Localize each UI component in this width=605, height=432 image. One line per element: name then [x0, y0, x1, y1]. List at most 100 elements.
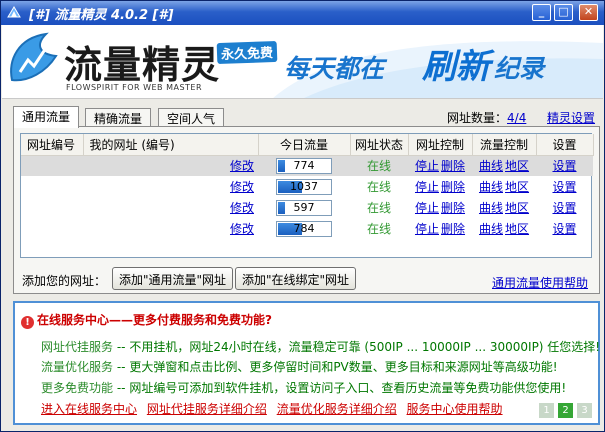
flow-progress-bar: 597	[276, 199, 332, 216]
stop-link[interactable]: 停止	[415, 201, 439, 215]
minimize-button[interactable]: _	[532, 4, 551, 21]
site-id-cell	[21, 197, 83, 218]
tab-space-popularity[interactable]: 空间人气	[158, 108, 225, 127]
page-1-button[interactable]: 1	[539, 403, 554, 418]
col-site-id[interactable]: 网址编号	[21, 134, 84, 156]
delete-link[interactable]: 删除	[441, 180, 465, 194]
settings-cell: 设置	[536, 197, 593, 218]
link-service-help[interactable]: 服务中心使用帮助	[407, 402, 503, 416]
site-table: 网址编号 我的网址 (编号) 今日流量 网址状态 网址控制 流量控制 设置 修改…	[20, 133, 594, 258]
col-my-site[interactable]: 我的网址 (编号)	[83, 134, 259, 156]
service-line-hosting: 网址代挂服务 -- 不用挂机，网址24小时在线，流量稳定可靠 (500IP ..…	[41, 338, 600, 355]
stop-link[interactable]: 停止	[415, 222, 439, 236]
service-text-hosting: -- 不用挂机，网址24小时在线，流量稳定可靠 (500IP ... 10000…	[116, 340, 601, 354]
add-general-site-button[interactable]: 添加"通用流量"网址	[112, 267, 234, 290]
bell-icon: !	[21, 316, 34, 329]
status-cell: 在线	[366, 222, 391, 236]
edit-link[interactable]: 修改	[230, 222, 254, 236]
tab-precise-traffic[interactable]: 精确流量	[85, 108, 152, 127]
page-2-button[interactable]: 2	[558, 403, 573, 418]
site-id-cell	[21, 176, 83, 197]
col-settings[interactable]: 设置	[536, 134, 594, 156]
page-3-button[interactable]: 3	[577, 403, 592, 418]
site-id-cell	[21, 218, 83, 239]
add-site-label: 添加您的网址：	[22, 274, 107, 288]
status-cell: 在线	[366, 201, 391, 215]
link-hosting-details[interactable]: 网址代挂服务详细介绍	[147, 402, 267, 416]
table-row[interactable]: 修改 1037 在线 停止 删除 曲线 地区 设置	[21, 176, 593, 197]
close-button[interactable]: ✕	[579, 4, 598, 21]
site-id-cell	[21, 155, 83, 176]
site-count-link[interactable]: 4/4	[507, 111, 526, 125]
stop-link[interactable]: 停止	[415, 159, 439, 173]
app-icon	[7, 6, 21, 18]
flow-control-cell: 曲线 地区	[472, 176, 536, 197]
col-status[interactable]: 网址状态	[350, 134, 409, 156]
flow-progress-bar: 784	[276, 220, 332, 237]
spirit-settings-link[interactable]: 精灵设置	[547, 109, 595, 126]
edit-link[interactable]: 修改	[230, 159, 254, 173]
curve-link[interactable]: 曲线	[479, 180, 503, 194]
delete-link[interactable]: 删除	[441, 222, 465, 236]
my-site-cell: 修改	[83, 176, 258, 197]
site-control-cell: 停止 删除	[408, 176, 472, 197]
site-count-label: 网址数量：	[447, 111, 508, 125]
add-bind-site-button[interactable]: 添加"在线绑定"网址	[235, 267, 357, 290]
service-name-hosting[interactable]: 网址代挂服务	[41, 340, 113, 354]
tab-general-traffic[interactable]: 通用流量	[13, 106, 80, 128]
curve-link[interactable]: 曲线	[479, 159, 503, 173]
service-name-optimize[interactable]: 流量优化服务	[41, 360, 113, 374]
flow-value: 1037	[290, 179, 318, 193]
brand-english: FLOWSPIRIT FOR WEB MASTER	[66, 83, 203, 92]
service-title: ! 在线服务中心——更多付费服务和免费功能?	[21, 311, 272, 329]
settings-cell: 设置	[536, 176, 593, 197]
status-cell: 在线	[350, 155, 408, 176]
region-link[interactable]: 地区	[505, 159, 529, 173]
row-settings-link[interactable]: 设置	[552, 180, 576, 194]
row-settings-link[interactable]: 设置	[552, 222, 576, 236]
link-enter-service-center[interactable]: 进入在线服务中心	[41, 402, 137, 416]
my-site-cell: 修改	[83, 197, 258, 218]
general-traffic-help-link[interactable]: 通用流量使用帮助	[492, 274, 588, 291]
today-flow-cell: 1037	[258, 176, 350, 197]
service-line-optimize: 流量优化服务 -- 更大弹窗和点击比例、更多停留时间和PV数量、更多目标和来源网…	[41, 358, 558, 375]
region-link[interactable]: 地区	[505, 201, 529, 215]
delete-link[interactable]: 删除	[441, 159, 465, 173]
slogan-part-1: 每天都在	[284, 54, 385, 83]
table-row[interactable]: 修改 597 在线 停止 删除 曲线 地区 设置	[21, 197, 593, 218]
col-today-flow[interactable]: 今日流量	[258, 134, 351, 156]
curve-link[interactable]: 曲线	[479, 201, 503, 215]
flow-progress-bar: 774	[276, 157, 332, 174]
stop-link[interactable]: 停止	[415, 180, 439, 194]
service-name-free[interactable]: 更多免费功能	[41, 381, 113, 395]
today-flow-cell: 597	[258, 197, 350, 218]
brand-name: 流量精灵	[64, 43, 221, 87]
table-row[interactable]: 修改 784 在线 停止 删除 曲线 地区 设置	[21, 218, 593, 239]
title-bar[interactable]: [#] 流量精灵 4.0.2 [#] _ □ ✕	[1, 1, 604, 25]
site-count: 网址数量：4/4	[447, 109, 526, 126]
site-control-cell: 停止 删除	[408, 218, 472, 239]
edit-link[interactable]: 修改	[230, 201, 254, 215]
row-settings-link[interactable]: 设置	[552, 201, 576, 215]
site-control-cell: 停止 删除	[408, 197, 472, 218]
row-settings-link[interactable]: 设置	[552, 159, 576, 173]
link-optimize-details[interactable]: 流量优化服务详细介绍	[277, 402, 397, 416]
service-text-optimize: -- 更大弹窗和点击比例、更多停留时间和PV数量、更多目标和来源网址等高级功能!	[116, 360, 558, 374]
general-traffic-panel: 网址编号 我的网址 (编号) 今日流量 网址状态 网址控制 流量控制 设置 修改…	[13, 126, 600, 294]
delete-link[interactable]: 删除	[441, 201, 465, 215]
my-site-cell: 修改	[83, 218, 258, 239]
region-link[interactable]: 地区	[505, 222, 529, 236]
logo-icon	[10, 32, 58, 82]
service-line-free: 更多免费功能 -- 网址编号可添加到软件挂机，设置访问子入口、查看历史流量等免费…	[41, 379, 566, 396]
maximize-button[interactable]: □	[554, 4, 573, 21]
flow-control-cell: 曲线 地区	[472, 197, 536, 218]
col-flow-control[interactable]: 流量控制	[472, 134, 537, 156]
settings-cell: 设置	[536, 155, 593, 176]
table-row[interactable]: 修改 774 在线 停止 删除 曲线 地区 设置	[21, 155, 593, 176]
service-text-free: -- 网址编号可添加到软件挂机，设置访问子入口、查看历史流量等免费功能供您使用!	[116, 381, 567, 395]
flow-control-cell: 曲线 地区	[472, 218, 536, 239]
edit-link[interactable]: 修改	[230, 180, 254, 194]
curve-link[interactable]: 曲线	[479, 222, 503, 236]
region-link[interactable]: 地区	[505, 180, 529, 194]
col-site-control[interactable]: 网址控制	[408, 134, 473, 156]
